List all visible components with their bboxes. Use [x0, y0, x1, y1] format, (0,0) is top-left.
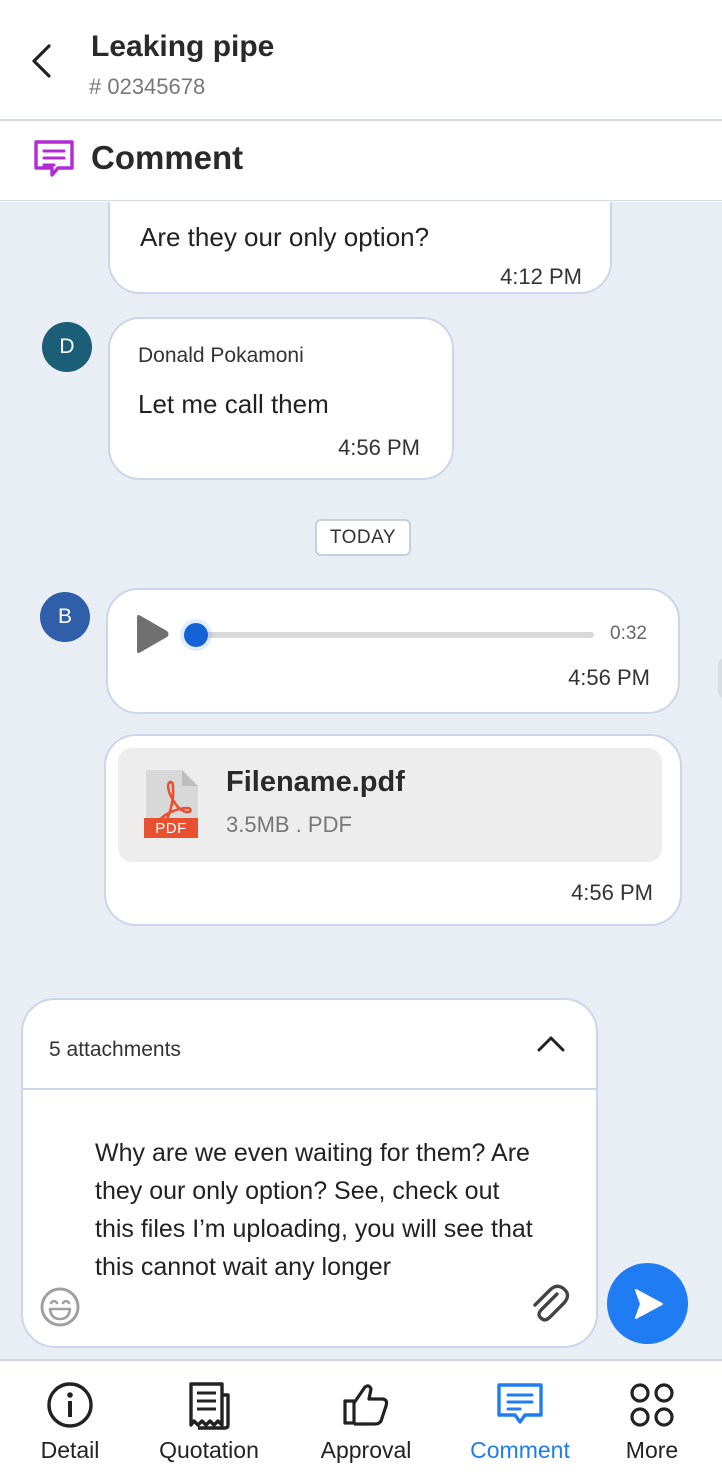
send-icon	[634, 1288, 663, 1319]
nav-item-quotation[interactable]: Quotation	[148, 1361, 270, 1480]
nav-label: Comment	[470, 1437, 570, 1463]
message-bubble: Are they our only option? 4:12 PM	[108, 202, 612, 294]
thumbs-up-icon	[343, 1384, 389, 1426]
message-time: 4:56 PM	[338, 435, 420, 460]
message-composer: 5 attachments Why are we even waiting fo…	[21, 998, 598, 1348]
ticket-number: # 02345678	[89, 74, 206, 99]
message-text: Are they our only option?	[140, 222, 430, 252]
avatar[interactable]: D	[42, 322, 92, 372]
comment-icon	[34, 140, 74, 177]
message-time: 4:12 PM	[500, 264, 582, 289]
nav-item-more[interactable]: More	[614, 1361, 690, 1480]
chat-thread[interactable]: Are they our only option? 4:12 PM D Dona…	[0, 202, 722, 1359]
avatar[interactable]: B	[40, 592, 90, 642]
audio-progress-handle[interactable]	[184, 623, 208, 647]
page-title: Leaking pipe	[91, 30, 275, 63]
message-text: Let me call them	[138, 389, 329, 419]
nav-label: Approval	[320, 1437, 412, 1463]
nav-label: More	[625, 1437, 679, 1463]
message-time: 4:56 PM	[568, 665, 650, 690]
grid-icon	[630, 1383, 674, 1427]
message-time: 4:56 PM	[571, 880, 653, 905]
scroll-indicator	[718, 657, 722, 699]
paperclip-icon[interactable]	[527, 1282, 571, 1326]
section-title: Comment	[91, 139, 244, 176]
nav-label: Detail	[40, 1437, 100, 1463]
pdf-badge-label: PDF	[155, 819, 187, 837]
audio-progress-track[interactable]	[196, 632, 594, 638]
audio-duration: 0:32	[610, 623, 647, 644]
comment-icon	[497, 1383, 543, 1424]
bottom-navigation: Detail Quotation Approval Comment More	[0, 1359, 722, 1480]
receipt-icon	[189, 1382, 230, 1430]
file-attachment[interactable]: PDF Filename.pdf 3.5MB . PDF	[118, 748, 662, 862]
nav-item-detail[interactable]: Detail	[20, 1361, 120, 1480]
sender-name: Donald Pokamoni	[138, 344, 304, 367]
emoji-icon[interactable]	[39, 1286, 81, 1328]
send-button[interactable]	[607, 1263, 688, 1344]
date-divider: TODAY	[315, 519, 411, 556]
file-message-bubble: PDF Filename.pdf 3.5MB . PDF 4:56 PM	[104, 734, 682, 926]
nav-item-comment[interactable]: Comment	[460, 1361, 580, 1480]
nav-label: Quotation	[159, 1437, 259, 1463]
attachments-count: 5 attachments	[49, 1038, 181, 1061]
message-bubble: Donald Pokamoni Let me call them 4:56 PM	[108, 317, 454, 480]
chevron-up-icon[interactable]	[536, 1034, 566, 1054]
message-input[interactable]: Why are we even waiting for them? Are th…	[95, 1134, 535, 1286]
header: Leaking pipe # 02345678	[0, 0, 722, 121]
attachments-header[interactable]: 5 attachments	[23, 1000, 596, 1090]
back-button[interactable]	[26, 42, 56, 80]
file-name: Filename.pdf	[226, 766, 405, 798]
section-header: Comment	[0, 123, 722, 201]
play-icon[interactable]	[132, 612, 172, 656]
voice-message-bubble: 0:32 4:56 PM	[106, 588, 680, 714]
chevron-left-icon	[32, 44, 51, 78]
nav-item-approval[interactable]: Approval	[308, 1361, 424, 1480]
info-icon	[47, 1382, 93, 1428]
file-meta: 3.5MB . PDF	[226, 812, 352, 837]
